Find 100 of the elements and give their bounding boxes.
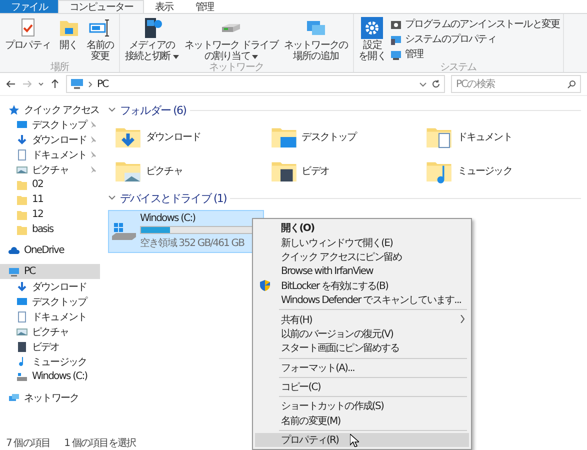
ribbon-button[interactable]: プロパティ (3, 16, 53, 62)
ribbon-button[interactable]: ネットワーク ドライブ の割り当て (182, 16, 280, 62)
ribbon-button[interactable]: システムのプロパティ (390, 33, 560, 46)
folder-icon (16, 194, 28, 206)
caret-icon (252, 55, 258, 59)
chevron-down-icon[interactable] (419, 80, 427, 88)
desktop-icon (16, 296, 28, 308)
sidebar-item[interactable]: 11 (0, 192, 100, 207)
chevron-down-icon[interactable] (108, 194, 116, 202)
picture-icon (16, 164, 28, 176)
onedrive-icon (8, 244, 20, 256)
folder-item[interactable]: ダウンロード (114, 122, 270, 152)
menu-item[interactable]: スタート画面にピン留めする (255, 341, 469, 356)
pin-icon (89, 136, 96, 143)
folder-item[interactable]: ピクチャ (114, 156, 270, 186)
network-icon (8, 392, 20, 404)
computer-icon (70, 78, 84, 90)
menu-item[interactable]: 名前の変更(M) (255, 414, 469, 428)
ribbon-button[interactable]: 名前の 変更 (84, 16, 116, 62)
computer-icon (390, 48, 402, 60)
menu-item[interactable]: コピー(C) (255, 380, 469, 394)
up-icon[interactable] (50, 79, 60, 89)
menu-item[interactable]: 共有(H) (255, 312, 469, 327)
menu-item[interactable]: BitLocker を有効にする(B) (255, 278, 469, 293)
sidebar-item[interactable]: ダウンロード (0, 279, 100, 294)
pin-icon (89, 166, 96, 173)
section-header: フォルダー (6) (120, 102, 186, 118)
picture-icon (16, 326, 28, 338)
pc-icon (8, 266, 20, 278)
menu-item[interactable]: 以前のバージョンの復元(V) (255, 326, 469, 342)
desktop-icon (16, 118, 28, 130)
drive-tile[interactable]: Windows (C:) 空き領域 352 GB/461 GB (108, 210, 264, 253)
menu-item[interactable]: プロパティ(R) (255, 433, 469, 448)
sidebar-item[interactable]: Windows (C:) (0, 369, 100, 384)
drive-icon (16, 370, 28, 382)
menu-item[interactable]: Browse with IrfanView (255, 264, 469, 279)
sidebar-item[interactable]: クイック アクセス (0, 102, 100, 117)
download-icon (16, 134, 28, 146)
group-label: ネットワーク (208, 62, 265, 74)
refresh-icon[interactable] (431, 79, 441, 89)
sidebar-item[interactable]: OneDrive (0, 243, 100, 258)
menu-item[interactable]: ショートカットの作成(S) (255, 399, 469, 414)
sidebar-item[interactable]: ドキュメント (0, 309, 100, 324)
sidebar-item[interactable]: ピクチャ (0, 162, 100, 177)
document-icon (16, 310, 28, 322)
cursor-icon (350, 434, 359, 447)
group-label: 場所 (49, 62, 70, 74)
section-header: デバイスとドライブ (1) (120, 190, 226, 206)
ribbon-button[interactable]: 開く (54, 16, 83, 62)
sidebar-item[interactable]: ピクチャ (0, 324, 100, 339)
ribbon-tab[interactable]: ファイル (0, 0, 58, 13)
sidebar-item[interactable]: 02 (0, 177, 100, 192)
sidebar-item[interactable]: ドキュメント (0, 147, 100, 162)
folder-icon (16, 224, 28, 236)
drive-name: Windows (C:) (140, 213, 196, 224)
hard-drive-icon (111, 220, 137, 242)
sidebar-item[interactable]: ミュージック (0, 354, 100, 369)
menu-item[interactable]: Windows Defender でスキャンしています... (255, 292, 469, 308)
video-icon (16, 340, 28, 352)
shield-icon (259, 280, 271, 292)
folder-item[interactable]: ビデオ (270, 156, 426, 186)
caret-icon (172, 55, 179, 59)
document-icon (16, 148, 28, 160)
status-text: 1 個の項目を選択 (64, 438, 136, 450)
folder-item[interactable]: ミュージック (425, 156, 581, 186)
search-icon (567, 80, 576, 88)
sidebar-item[interactable]: ネットワーク (0, 390, 100, 405)
free-space: 空き領域 352 GB/461 GB (140, 236, 246, 250)
sidebar-item[interactable]: basis (0, 222, 100, 237)
sidebar-item[interactable]: デスクトップ (0, 294, 100, 309)
sidebar-item[interactable]: デスクトップ (0, 117, 100, 132)
menu-item[interactable]: フォーマット(A)... (255, 360, 469, 375)
sidebar-item[interactable]: PC (0, 264, 100, 279)
back-icon[interactable] (6, 79, 16, 89)
address-bar[interactable]: PC (66, 75, 445, 93)
chevron-down-icon[interactable] (38, 81, 44, 87)
ribbon-tab[interactable]: コンピューター (58, 0, 144, 13)
sidebar-item[interactable]: 12 (0, 207, 100, 222)
ribbon-button[interactable]: プログラムのアンインストールと変更 (390, 18, 560, 31)
sidebar-item[interactable]: ビデオ (0, 339, 100, 354)
folder-icon (16, 178, 28, 190)
program-icon (390, 18, 402, 30)
pin-icon (89, 151, 96, 158)
status-text: 7 個の項目 (6, 438, 50, 450)
ribbon-button[interactable]: 管理 (390, 48, 560, 61)
download-icon (16, 280, 28, 292)
settings-icon (360, 16, 384, 40)
search-field[interactable]: PCの検索 (451, 75, 581, 93)
folder-item[interactable]: ドキュメント (425, 122, 581, 152)
chevron-right-icon (88, 80, 93, 88)
ribbon-button[interactable]: メディアの 接続と切断 (122, 16, 181, 62)
group-label: システム (438, 62, 478, 74)
computer-icon (390, 34, 402, 46)
sidebar-item[interactable]: ダウンロード (0, 132, 100, 147)
ribbon-button[interactable]: 設定 を開く (356, 16, 388, 62)
chevron-down-icon[interactable] (108, 106, 116, 114)
ribbon-button[interactable]: ネットワークの 場所の追加 (282, 16, 350, 62)
folder-item[interactable]: デスクトップ (270, 122, 426, 152)
folder-icon (16, 208, 28, 220)
address-path: PC (97, 78, 108, 90)
